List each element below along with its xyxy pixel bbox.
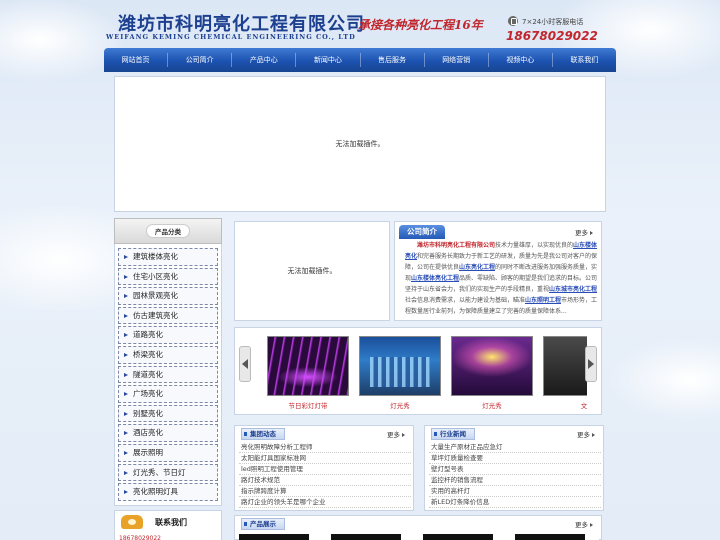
sidebar-item-square[interactable]: 广场亮化 (118, 385, 218, 403)
news-item[interactable]: 新LED灯条降价信息 (429, 497, 601, 508)
about-link-4[interactable]: 山东城市亮化工程 (549, 286, 597, 293)
sidebar-item-display[interactable]: 展示照明 (118, 443, 218, 462)
news-item[interactable]: 大量生产原材正品应急灯 (429, 442, 601, 453)
about-text: 潍坊市科明亮化工程有限公司技术力量雄厚，以实现优良的山东楼体亮化和完善服务长期致… (405, 240, 599, 318)
industry-news-tab[interactable]: 行业新闻 (431, 428, 475, 440)
product-thumb[interactable]: 节日彩灯灯带 (267, 336, 349, 410)
about-more-link[interactable]: 更多 (575, 227, 593, 237)
stage-light-show-image[interactable] (451, 336, 533, 396)
news-item[interactable]: 亮化照明故障分析工程师 (239, 442, 411, 453)
sidebar-item-classical[interactable]: 仿古建筑亮化 (118, 306, 218, 325)
about-company-name[interactable]: 潍坊市科明亮化工程有限公司 (417, 242, 495, 249)
sidebar-item-fixtures[interactable]: 亮化照明灯具 (118, 483, 218, 501)
products-showcase-panel: 产品展示 更多 (234, 515, 602, 540)
news-item[interactable]: 指示牌跨度计算 (239, 486, 411, 497)
sidebar-item-bridge[interactable]: 桥梁亮化 (118, 345, 218, 364)
group-news-panel: 集团动态 更多 亮化照明故障分析工程师 太阳能灯具国家标准网 led照明工程使用… (234, 425, 414, 511)
sidebar-item-hotel[interactable]: 酒店亮化 (118, 424, 218, 442)
sidebar-category-list: 建筑楼体亮化 住宅小区亮化 园林景观亮化 仿古建筑亮化 道路亮化 桥梁亮化 隧道… (114, 244, 222, 506)
news-item[interactable]: led照明工程使用管理 (239, 464, 411, 475)
product-thumb-caption[interactable]: 文 (543, 400, 587, 410)
product-thumb-caption[interactable]: 灯光秀 (451, 400, 533, 410)
product-thumb-caption[interactable]: 节日彩灯灯带 (267, 400, 349, 410)
telephone-icon (121, 514, 143, 529)
news-item[interactable]: 路灯技术规范 (239, 475, 411, 486)
sidebar: 产品分类 建筑楼体亮化 住宅小区亮化 园林景观亮化 仿古建筑亮化 道路亮化 桥梁… (114, 218, 222, 540)
about-text-1: 技术力量雄厚，以实现优良的 (495, 242, 574, 249)
product-thumb-caption[interactable]: 灯光秀 (359, 400, 441, 410)
news-item[interactable]: 壁灯型号表 (429, 464, 601, 475)
scroll-left-arrow-icon[interactable] (239, 346, 251, 382)
industry-news-panel: 行业新闻 更多 大量生产原材正品应急灯 草坪灯质量检查要 壁灯型号表 监控杆的销… (424, 425, 604, 511)
contact-line: 18678029022 (119, 534, 161, 540)
flash-plugin-area: 无法加载插件。 (234, 221, 390, 321)
about-text-5: 社会信息消费需求，以能力建设为基础，瞄准 (405, 297, 526, 304)
sidebar-item-building[interactable]: 建筑楼体亮化 (118, 248, 218, 266)
dark-scene-image[interactable] (543, 336, 587, 396)
about-tab[interactable]: 公司简介 (399, 225, 445, 239)
sidebar-item-residential[interactable]: 住宅小区亮化 (118, 267, 218, 286)
industry-news-more-link[interactable]: 更多 (577, 429, 595, 439)
sidebar-item-landscape[interactable]: 园林景观亮化 (118, 287, 218, 305)
news-item[interactable]: 监控杆的销售流程 (429, 475, 601, 486)
sidebar-item-lightshow[interactable]: 灯光秀、节日灯 (118, 463, 218, 482)
product-scroller: 节日彩灯灯带 灯光秀 灯光秀 文 (234, 327, 602, 415)
products-more-link[interactable]: 更多 (575, 519, 593, 529)
product-thumb[interactable]: 灯光秀 (451, 336, 533, 410)
industry-news-list: 大量生产原材正品应急灯 草坪灯质量检查要 壁灯型号表 监控杆的销售流程 实用的高… (429, 442, 601, 508)
product-thumb[interactable]: 灯光秀 (359, 336, 441, 410)
product-thumb[interactable]: 文 (543, 336, 587, 410)
led-strip-image[interactable] (267, 336, 349, 396)
sidebar-header: 产品分类 (114, 218, 222, 244)
news-item[interactable]: 实用的高杆灯 (429, 486, 601, 497)
about-link-5[interactable]: 山东照明工程 (525, 297, 561, 304)
products-tab[interactable]: 产品展示 (241, 518, 285, 530)
contact-box[interactable]: 联系我们 18678029022 (114, 509, 222, 540)
scroller-thumbs: 节日彩灯灯带 灯光秀 灯光秀 文 (255, 336, 587, 414)
sidebar-title: 产品分类 (146, 224, 190, 238)
news-item[interactable]: 草坪灯质量检查要 (429, 453, 601, 464)
sidebar-item-road[interactable]: 道路亮化 (118, 326, 218, 344)
group-news-tab[interactable]: 集团动态 (241, 428, 285, 440)
banner-plugin-area: 无法加载插件。 (114, 76, 606, 212)
banner-plugin-message: 无法加载插件。 (335, 140, 385, 148)
about-link-3[interactable]: 山东楼体亮化工程 (411, 275, 459, 282)
flash-plugin-message: 无法加载插件。 (287, 267, 337, 275)
sidebar-item-tunnel[interactable]: 隧道亮化 (118, 365, 218, 384)
scroll-right-arrow-icon[interactable] (585, 346, 597, 382)
city-light-show-image[interactable] (359, 336, 441, 396)
news-item[interactable]: 路灯企业的领头羊是哪个企业 (239, 497, 411, 508)
news-item[interactable]: 太阳能灯具国家标准网 (239, 453, 411, 464)
products-thumb-strip (239, 534, 599, 540)
sidebar-item-villa[interactable]: 别墅亮化 (118, 404, 218, 423)
about-panel: 公司简介 更多 潍坊市科明亮化工程有限公司技术力量雄厚，以实现优良的山东楼体亮化… (394, 221, 602, 321)
contact-title: 联系我们 (155, 517, 187, 527)
group-news-list: 亮化照明故障分析工程师 太阳能灯具国家标准网 led照明工程使用管理 路灯技术规… (239, 442, 411, 508)
about-link-2[interactable]: 山东亮化工程 (459, 264, 495, 271)
group-news-more-link[interactable]: 更多 (387, 429, 405, 439)
